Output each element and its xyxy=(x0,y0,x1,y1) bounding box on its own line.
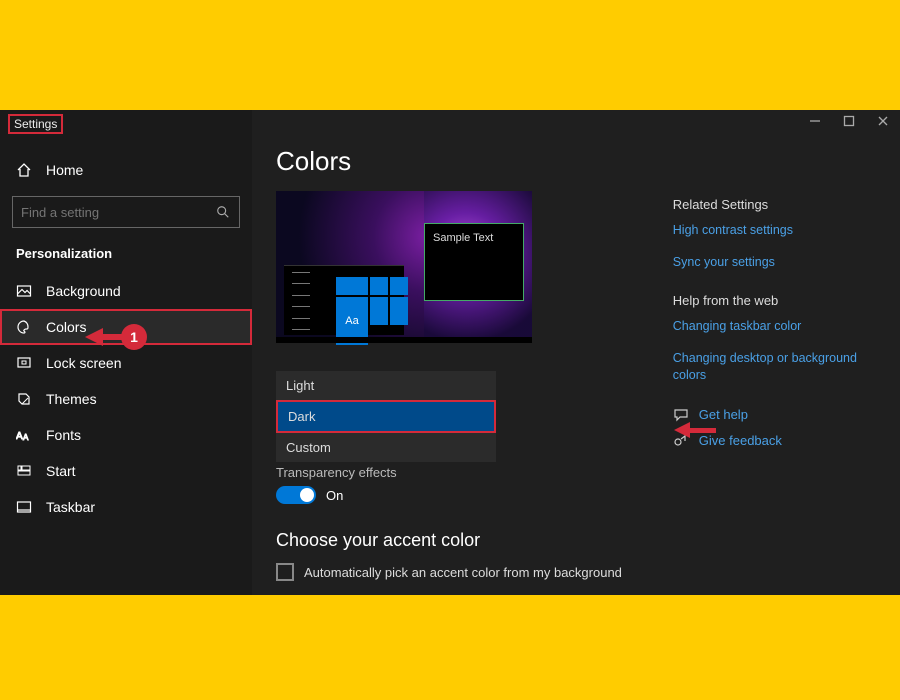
help-heading: Help from the web xyxy=(673,293,876,308)
link-sync-settings[interactable]: Sync your settings xyxy=(673,254,876,272)
option-light[interactable]: Light xyxy=(276,371,496,400)
svg-text:A: A xyxy=(16,431,23,442)
right-column: Related Settings High contrast settings … xyxy=(673,191,876,581)
sidebar-home[interactable]: Home xyxy=(0,154,252,186)
transparency-state: On xyxy=(326,488,343,503)
link-high-contrast[interactable]: High contrast settings xyxy=(673,222,876,240)
chat-icon xyxy=(673,407,689,423)
option-dark[interactable]: Dark xyxy=(276,400,496,433)
sidebar-item-lock-screen[interactable]: Lock screen xyxy=(0,345,252,381)
fonts-icon: AA xyxy=(16,427,32,443)
home-icon xyxy=(16,162,32,178)
themes-icon xyxy=(16,391,32,407)
preview-popup: Sample Text xyxy=(424,223,524,301)
left-column: Aa Sample Text Light Dark Custom Transpa… xyxy=(276,191,643,581)
window-controls xyxy=(808,114,890,128)
annotation-step-number: 1 xyxy=(121,324,147,350)
sidebar-item-fonts[interactable]: AA Fonts xyxy=(0,417,252,453)
search-icon xyxy=(215,204,231,220)
search-box[interactable] xyxy=(12,196,240,228)
main-content: Colors Aa Sample Text xyxy=(252,110,900,595)
search-input[interactable] xyxy=(21,205,191,220)
transparency-toggle[interactable] xyxy=(276,486,316,504)
sidebar-item-themes[interactable]: Themes xyxy=(0,381,252,417)
sidebar-category: Personalization xyxy=(0,240,252,273)
accent-color-heading: Choose your accent color xyxy=(276,530,643,551)
annotation-arrow-2 xyxy=(674,422,716,438)
sidebar-item-label: Themes xyxy=(46,391,97,407)
close-button[interactable] xyxy=(876,114,890,128)
get-help-label: Get help xyxy=(699,407,748,422)
transparency-label: Transparency effects xyxy=(276,465,643,480)
auto-accent-label: Automatically pick an accent color from … xyxy=(304,565,622,580)
sidebar: Settings Home Personalization Background… xyxy=(0,110,252,595)
auto-accent-checkbox[interactable] xyxy=(276,563,294,581)
preview-sample-text: Sample Text xyxy=(433,232,493,244)
start-icon xyxy=(16,463,32,479)
sidebar-item-label: Fonts xyxy=(46,427,81,443)
svg-text:A: A xyxy=(23,433,29,442)
sidebar-home-label: Home xyxy=(46,162,83,178)
settings-window: Settings Home Personalization Background… xyxy=(0,110,900,595)
sidebar-item-background[interactable]: Background xyxy=(0,273,252,309)
sidebar-item-label: Background xyxy=(46,283,121,299)
app-title: Settings xyxy=(8,114,63,134)
color-preview: Aa Sample Text xyxy=(276,191,532,343)
link-taskbar-color[interactable]: Changing taskbar color xyxy=(673,318,876,336)
sidebar-item-label: Taskbar xyxy=(46,499,95,515)
sidebar-item-label: Lock screen xyxy=(46,355,121,371)
minimize-button[interactable] xyxy=(808,114,822,128)
get-help-row[interactable]: Get help xyxy=(673,407,876,423)
color-mode-dropdown[interactable]: Light Dark Custom xyxy=(276,371,496,462)
maximize-button[interactable] xyxy=(842,114,856,128)
annotation-arrow-1: 1 xyxy=(85,324,147,350)
sidebar-item-label: Start xyxy=(46,463,76,479)
option-custom[interactable]: Custom xyxy=(276,433,496,462)
page-title: Colors xyxy=(276,146,876,177)
link-desktop-colors[interactable]: Changing desktop or background colors xyxy=(673,350,876,385)
image-icon xyxy=(16,283,32,299)
sidebar-item-start[interactable]: Start xyxy=(0,453,252,489)
sidebar-item-taskbar[interactable]: Taskbar xyxy=(0,489,252,525)
related-settings-heading: Related Settings xyxy=(673,197,876,212)
taskbar-icon xyxy=(16,499,32,515)
lock-screen-icon xyxy=(16,355,32,371)
